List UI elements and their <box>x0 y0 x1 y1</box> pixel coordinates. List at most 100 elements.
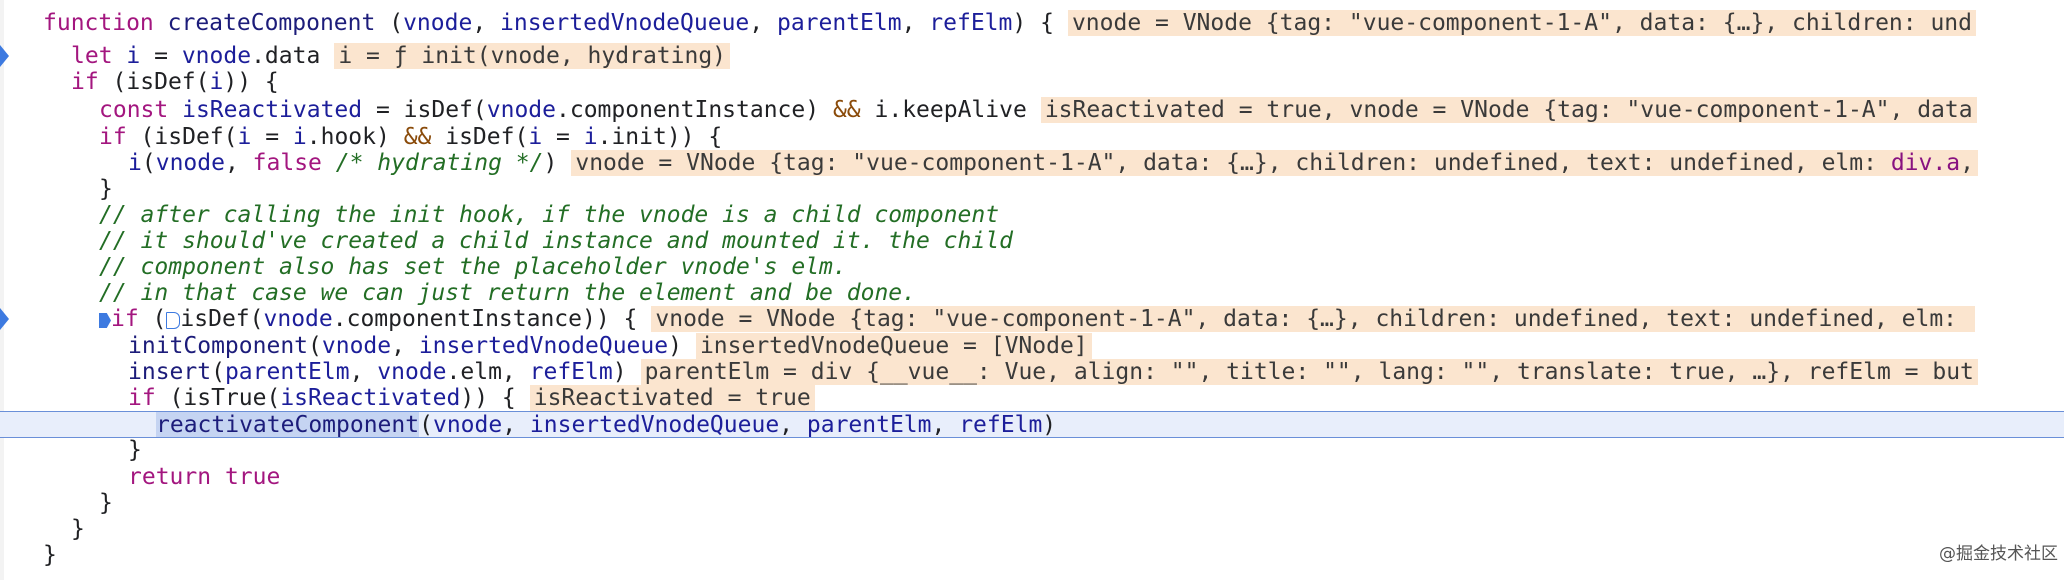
parameter: insertedVnodeQueue <box>500 10 750 36</box>
operator: = <box>542 124 584 150</box>
property-access: .elm, <box>446 359 530 385</box>
line-code: } <box>99 176 113 202</box>
punctuation: , <box>931 412 960 438</box>
inline-value[interactable]: vnode = VNode {tag: "vue-component-1-A",… <box>1067 10 1977 36</box>
code-line[interactable]: } <box>0 437 2064 463</box>
variable: vnode <box>181 43 252 69</box>
inline-value[interactable]: parentElm = div {__vue__: Vue, align: ""… <box>640 359 1978 385</box>
inline-value[interactable]: vnode = VNode {tag: "vue-component-1-A",… <box>651 306 1975 332</box>
punctuation: , <box>472 10 501 36</box>
variable: i <box>237 124 252 150</box>
code-line[interactable]: // after calling the init hook, if the v… <box>0 202 2064 228</box>
operator: && <box>832 97 861 123</box>
property-access: .componentInstance) <box>556 97 833 123</box>
function-call: i <box>128 150 142 176</box>
code-line[interactable]: } <box>0 542 2064 568</box>
expression: (isTrue( <box>155 385 281 411</box>
inline-value[interactable]: vnode = VNode {tag: "vue-component-1-A",… <box>571 150 1978 176</box>
inline-value[interactable]: isReactivated = true, vnode = VNode {tag… <box>1040 97 1977 123</box>
execution-step-icon[interactable] <box>99 313 111 328</box>
code-line[interactable]: } <box>0 516 2064 542</box>
keyword: if <box>111 306 139 332</box>
punctuation: )) { <box>223 69 279 95</box>
line-code: const isReactivated = isDef(vnode.compon… <box>99 97 1977 123</box>
expression: isDef( <box>431 124 529 150</box>
function-call: insert <box>128 359 212 385</box>
punctuation: )) { <box>460 385 516 411</box>
comment: // in that case we can just return the e… <box>99 280 916 306</box>
breakpoint-icon[interactable] <box>0 308 9 330</box>
code-line[interactable]: if (isDef(i)) { <box>0 69 2064 95</box>
punctuation: ( <box>138 306 167 332</box>
breakpoint-icon[interactable] <box>0 45 9 67</box>
code-line[interactable]: insert(parentElm, vnode.elm, refElm) pare… <box>0 359 2064 385</box>
code-line[interactable]: const isReactivated = isDef(vnode.compon… <box>0 97 2064 123</box>
code-line[interactable]: // component also has set the placeholde… <box>0 254 2064 280</box>
variable: refElm <box>959 412 1043 438</box>
code-editor[interactable]: function createComponent (vnode, inserte… <box>0 0 2064 580</box>
code-line[interactable]: return true <box>0 464 2064 490</box>
variable: i <box>126 43 141 69</box>
code-line[interactable]: function createComponent (vnode, inserte… <box>0 10 2064 36</box>
punctuation: , <box>349 359 378 385</box>
inline-value[interactable]: i = ƒ init(vnode, hydrating) <box>334 43 731 69</box>
code-line[interactable]: } <box>0 490 2064 516</box>
variable: parentElm <box>224 359 350 385</box>
variable: vnode <box>263 306 333 332</box>
function-call: reactivateComponent <box>156 412 420 438</box>
comment: /* hydrating */ <box>321 150 544 176</box>
keyword: function <box>43 10 154 36</box>
variable: i <box>209 69 224 95</box>
code-line[interactable]: let i = vnode.data i = ƒ init(vnode, hydr… <box>0 43 2064 69</box>
variable: vnode <box>432 412 503 438</box>
punctuation: , <box>779 412 807 438</box>
punctuation: , <box>901 10 930 36</box>
code-line[interactable]: i(vnode, false /* hydrating */) vnode = V… <box>0 150 2064 176</box>
current-execution-line[interactable]: reactivateComponent(vnode, insertedVnode… <box>0 411 2064 438</box>
parameter: refElm <box>929 10 1013 36</box>
expression: (isDef( <box>98 69 210 95</box>
line-code: reactivateComponent(vnode, insertedVnode… <box>156 412 1056 438</box>
watermark: @掘金技术社区 <box>1939 544 2058 564</box>
comment: // it should've created a child instance… <box>99 228 1013 254</box>
code-line[interactable]: // it should've created a child instance… <box>0 228 2064 254</box>
line-code: } <box>99 490 113 516</box>
line-code: } <box>43 542 57 568</box>
function-name: createComponent <box>167 10 376 36</box>
variable: vnode <box>321 333 392 359</box>
punctuation: , <box>391 333 419 359</box>
inline-step-icon[interactable] <box>166 312 181 329</box>
variable: vnode <box>155 150 225 176</box>
keyword: if <box>99 124 127 150</box>
code-line[interactable]: // in that case we can just return the e… <box>0 280 2064 306</box>
operator: && <box>403 124 432 150</box>
punctuation: , <box>749 10 777 36</box>
variable: isReactivated <box>280 385 461 411</box>
keyword: false <box>252 150 322 176</box>
variable: isReactivated <box>182 97 363 123</box>
property-access: .data <box>251 43 321 69</box>
punctuation: ( <box>308 333 322 359</box>
variable: insertedVnodeQueue <box>418 333 669 359</box>
inline-value-text: vnode = VNode {tag: "vue-component-1-A",… <box>575 150 1891 176</box>
code-line[interactable]: initComponent(vnode, insertedVnodeQueue)… <box>0 333 2064 359</box>
inline-value[interactable]: insertedVnodeQueue = [VNode] <box>695 333 1092 359</box>
code-line[interactable]: if (isTrue(isReactivated)) { isReactivate… <box>0 385 2064 411</box>
variable: parentElm <box>806 412 932 438</box>
function-call: initComponent <box>128 333 309 359</box>
code-line[interactable]: } <box>0 176 2064 202</box>
operator: = <box>251 124 293 150</box>
punctuation: ( <box>211 359 225 385</box>
keyword: true <box>224 464 281 490</box>
line-code: if (isDef(vnode.componentInstance)) {vno… <box>99 306 1975 332</box>
punctuation: ) <box>668 333 682 359</box>
code-line[interactable]: if (isDef(vnode.componentInstance)) {vno… <box>0 306 2064 332</box>
code-line[interactable]: if (isDef(i = i.hook) && isDef(i = i.ini… <box>0 124 2064 150</box>
variable: vnode <box>377 359 447 385</box>
inline-value[interactable]: isReactivated = true <box>529 385 815 411</box>
comment: // after calling the init hook, if the v… <box>99 202 1000 228</box>
keyword: if <box>128 385 156 411</box>
